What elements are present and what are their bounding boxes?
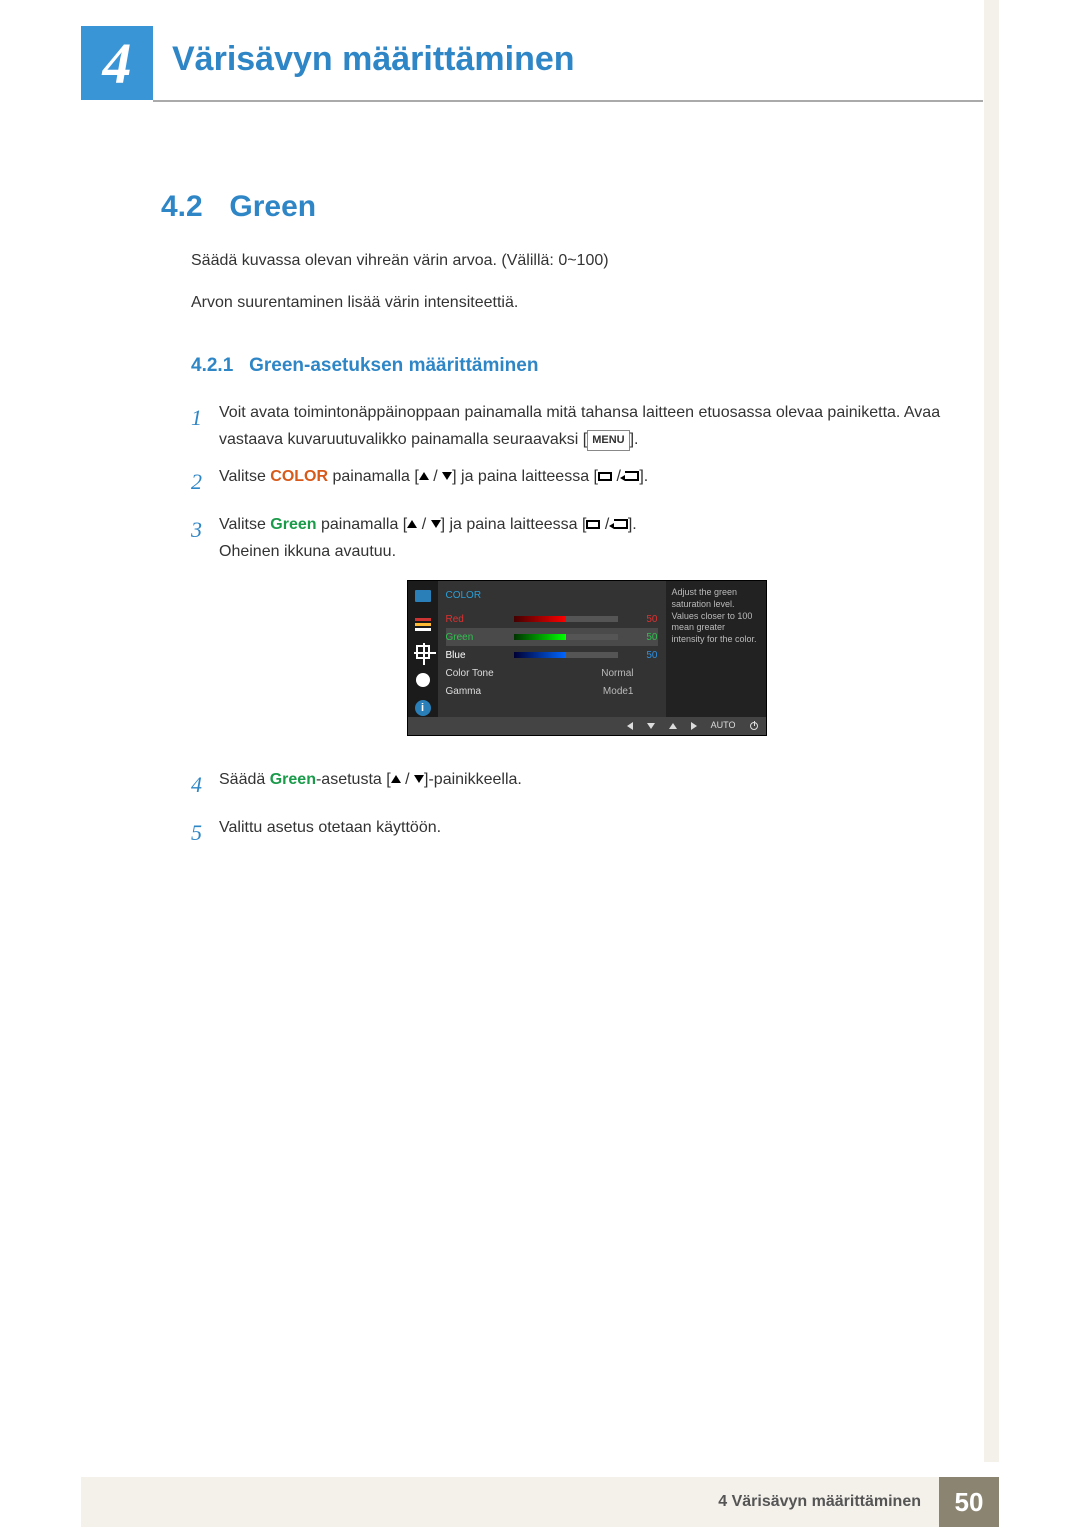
intro-p1: Säädä kuvassa olevan vihreän värin arvoa… [191, 249, 954, 273]
step-body: Voit avata toimintonäppäinoppaan painama… [219, 399, 954, 453]
osd-label: Green [446, 629, 508, 646]
step-number: 2 [191, 463, 219, 500]
chapter-title: Värisävyn määrittäminen [172, 40, 575, 79]
step-2: 2 Valitse COLOR painamalla [ / ] ja pain… [191, 463, 954, 500]
chapter-number-tab: 4 [81, 26, 153, 100]
step-body: Säädä Green-asetusta [ / ]-painikkeella. [219, 766, 954, 793]
osd-row-green: Green 50 [446, 628, 658, 646]
keyword-green: Green [270, 771, 316, 788]
up-arrow-icon [419, 472, 429, 480]
osd-footer-auto: AUTO [711, 718, 736, 733]
step-body: Valittu asetus otetaan käyttöön. [219, 814, 954, 841]
osd-value: 50 [624, 629, 658, 646]
down-arrow-icon [414, 775, 424, 783]
step-3: 3 Valitse Green painamalla [ / ] ja pain… [191, 511, 954, 756]
step-number: 4 [191, 766, 219, 803]
step-number: 3 [191, 511, 219, 548]
osd-slider-green [514, 634, 618, 640]
osd-help-text: Adjust the green saturation level. Value… [666, 581, 766, 717]
monitor-icon [413, 587, 433, 605]
osd-title: COLOR [446, 587, 658, 604]
enter-icon [614, 519, 628, 529]
osd-slider-red [514, 616, 618, 622]
up-arrow-icon [391, 775, 401, 783]
osd-sidebar: i [408, 581, 438, 717]
intro-p2: Arvon suurentaminen lisää värin intensit… [191, 291, 954, 315]
footer-chapter-label: 4 Värisävyn määrittäminen [81, 1477, 939, 1527]
step-5: 5 Valittu asetus otetaan käyttöön. [191, 814, 954, 851]
content-area: 4.2 Green Säädä kuvassa olevan vihreän v… [81, 160, 984, 861]
step-number: 1 [191, 399, 219, 436]
osd-row-blue: Blue 50 [446, 646, 658, 664]
osd-row-red: Red 50 [446, 610, 658, 628]
subsection-title: Green-asetuksen määrittäminen [249, 355, 538, 376]
osd-value: 50 [624, 647, 658, 664]
enter-icon [625, 471, 639, 481]
source-icon [598, 472, 612, 481]
down-arrow-icon [647, 723, 655, 729]
page-number: 50 [939, 1477, 999, 1527]
osd-row-tone: Color Tone Normal [446, 664, 658, 682]
chapter-rule [153, 100, 983, 102]
keyword-green: Green [270, 516, 316, 533]
keyword-color: COLOR [270, 468, 328, 485]
osd-screenshot: i COLOR Red 50 Green [407, 580, 767, 736]
step-1: 1 Voit avata toimintonäppäinoppaan paina… [191, 399, 954, 453]
info-icon: i [413, 699, 433, 717]
section-heading: 4.2 Green [111, 190, 954, 224]
step-body: Valitse Green painamalla [ / ] ja paina … [219, 511, 954, 756]
osd-row-gamma: Gamma Mode1 [446, 682, 658, 700]
gear-icon [413, 671, 433, 689]
osd-center-panel: COLOR Red 50 Green 50 [438, 581, 666, 717]
osd-value: Mode1 [514, 683, 634, 700]
osd-label: Color Tone [446, 665, 508, 682]
osd-value: Normal [514, 665, 634, 682]
step-4: 4 Säädä Green-asetusta [ / ]-painikkeell… [191, 766, 954, 803]
source-icon [586, 520, 600, 529]
osd-label: Blue [446, 647, 508, 664]
step-body: Valitse COLOR painamalla [ / ] ja paina … [219, 463, 954, 490]
power-icon [750, 722, 758, 730]
resize-icon [413, 643, 433, 661]
menu-button-icon: MENU [587, 430, 629, 451]
chapter-number: 4 [103, 30, 132, 97]
right-arrow-icon [691, 722, 697, 730]
step-number: 5 [191, 814, 219, 851]
osd-footer: AUTO [408, 717, 766, 735]
osd-label: Gamma [446, 683, 508, 700]
osd-label: Red [446, 611, 508, 628]
left-arrow-icon [627, 722, 633, 730]
page-footer: 4 Värisävyn määrittäminen 50 [81, 1477, 999, 1527]
down-arrow-icon [431, 520, 441, 528]
steps-list: 1 Voit avata toimintonäppäinoppaan paina… [191, 399, 954, 851]
up-arrow-icon [407, 520, 417, 528]
subsection-number: 4.2.1 [191, 355, 233, 376]
osd-slider-blue [514, 652, 618, 658]
subsection-heading: 4.2.1 Green-asetuksen määrittäminen [191, 355, 954, 377]
osd-value: 50 [624, 611, 658, 628]
section-number: 4.2 [161, 190, 203, 223]
section-title: Green [229, 190, 316, 223]
up-arrow-icon [669, 723, 677, 729]
down-arrow-icon [442, 472, 452, 480]
color-bars-icon [413, 615, 433, 633]
